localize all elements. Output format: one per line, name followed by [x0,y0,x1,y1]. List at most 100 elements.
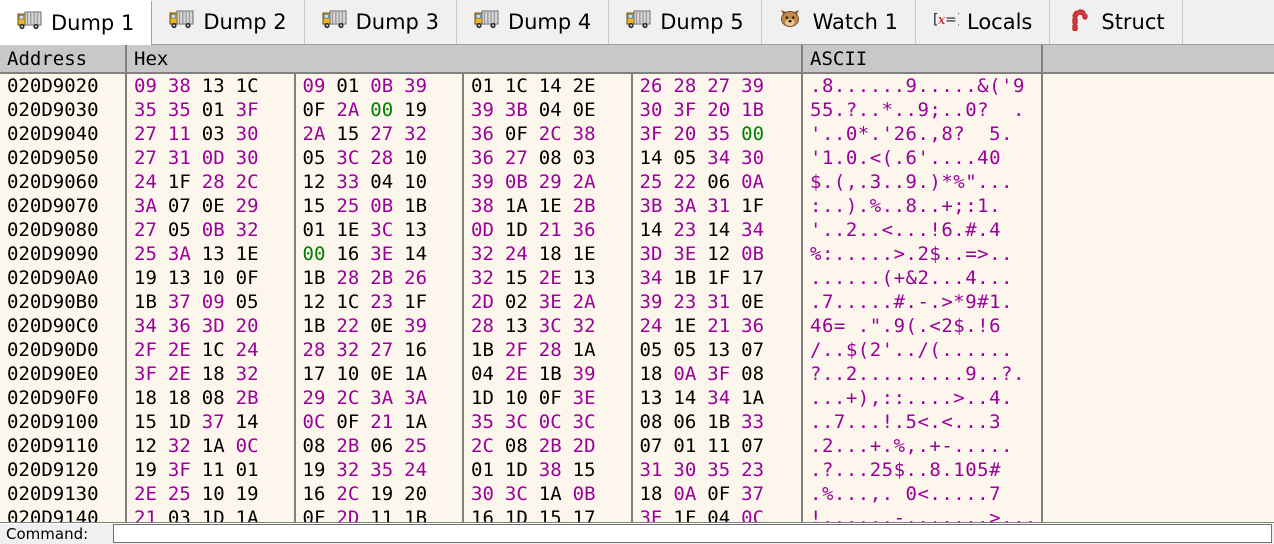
cell-ascii[interactable]: ..7...!.5<.<...3 [803,410,1043,434]
cell-hex[interactable]: 2E 25 10 19 16 2C 19 20 30 3C 1A 0B 18 0A 0F 37 [127,482,803,506]
hex-byte[interactable]: 12 [707,243,741,265]
hex-byte[interactable]: 1E [573,243,607,265]
hex-byte[interactable]: 18 [168,387,202,409]
hex-byte[interactable]: 32 [236,363,270,385]
hex-byte[interactable]: 3C [370,219,404,241]
hex-byte[interactable]: 37 [741,483,775,505]
hex-byte[interactable]: 25 [404,435,438,457]
cell-hex[interactable]: 34 36 3D 20 1B 22 0E 39 28 13 3C 32 24 1E 21 36 [127,314,803,338]
hex-byte[interactable]: 2C [539,123,573,145]
hex-byte[interactable]: 22 [673,171,707,193]
table-row[interactable]: 020D9020 09 38 13 1C 09 01 0B 39 01 1C 14 2E 26 28 27 39… [0,74,1274,98]
hex-byte[interactable]: 18 [640,363,674,385]
hex-byte[interactable]: 25 [336,195,370,217]
hex-byte[interactable]: 2A [573,291,607,313]
hex-byte[interactable]: 21 [134,507,168,522]
hex-byte[interactable]: 3F [134,363,168,385]
command-input[interactable] [113,524,1272,543]
hex-byte[interactable]: 16 [303,483,337,505]
hex-byte[interactable]: 09 [303,75,337,97]
cell-ascii[interactable]: 55.?..*..9;..0? . [803,98,1043,122]
hex-byte[interactable]: 2D [471,291,505,313]
hex-byte[interactable]: 30 [640,99,674,121]
hex-byte[interactable]: 01 [202,99,236,121]
hex-byte[interactable]: 34 [741,219,775,241]
cell-hex[interactable]: 27 11 03 30 2A 15 27 32 36 0F 2C 38 3F 20 35 00 [127,122,803,146]
hex-byte[interactable]: 34 [707,387,741,409]
hex-byte[interactable]: 10 [505,387,539,409]
hex-byte[interactable]: 19 [303,459,337,481]
hex-byte[interactable]: 26 [640,75,674,97]
hex-byte[interactable]: 29 [539,171,573,193]
hex-byte[interactable]: 11 [202,459,236,481]
hex-byte[interactable]: 04 [539,99,573,121]
hex-byte[interactable]: 07 [168,195,202,217]
hex-byte[interactable]: 2B [236,387,270,409]
hex-byte[interactable]: 30 [236,147,270,169]
hex-byte[interactable]: 01 [236,459,270,481]
hex-byte[interactable]: 38 [168,75,202,97]
hex-byte[interactable]: 13 [168,267,202,289]
hex-byte[interactable]: 07 [741,339,775,361]
hex-byte[interactable]: 05 [673,339,707,361]
cell-ascii[interactable]: /..$(2'../(...... [803,338,1043,362]
hex-byte[interactable]: 24 [236,339,270,361]
hex-byte[interactable]: 19 [134,459,168,481]
hex-byte[interactable]: 0F [303,99,337,121]
hex-byte[interactable]: 34 [707,147,741,169]
hex-byte[interactable]: 18 [134,387,168,409]
hex-byte[interactable]: 05 [303,147,337,169]
hex-byte[interactable]: 15 [134,411,168,433]
hex-byte[interactable]: 1B [404,195,438,217]
cell-ascii[interactable]: !......-.......>... [803,506,1043,522]
hex-byte[interactable]: 30 [673,459,707,481]
hex-byte[interactable]: 0E [573,99,607,121]
cell-hex[interactable]: 18 18 08 2B 29 2C 3A 3A 1D 10 0F 3E 13 14 34 1A [127,386,803,410]
table-row[interactable]: 020D9090 25 3A 13 1E 00 16 3E 14 32 24 18 1E 3D 3E 12 0B… [0,242,1274,266]
hex-byte[interactable]: 08 [539,147,573,169]
hex-byte[interactable]: 36 [741,315,775,337]
hex-byte[interactable]: 3F [707,363,741,385]
hex-byte[interactable]: 3F [673,99,707,121]
hex-byte[interactable]: 3C [336,147,370,169]
cell-hex[interactable]: 24 1F 28 2C 12 33 04 10 39 0B 29 2A 25 22 06 0A [127,170,803,194]
hex-byte[interactable]: 14 [236,411,270,433]
hex-byte[interactable]: 2B [370,267,404,289]
hex-byte[interactable]: 27 [370,123,404,145]
tab-dump-3[interactable]: Dump 3 [304,0,457,44]
hex-byte[interactable]: 08 [505,435,539,457]
hex-byte[interactable]: 2F [134,339,168,361]
tab-dump-5[interactable]: Dump 5 [609,0,762,44]
hex-byte[interactable]: 0E [202,195,236,217]
cell-hex[interactable]: 3F 2E 18 32 17 10 0E 1A 04 2E 1B 39 18 0A 3F 08 [127,362,803,386]
hex-byte[interactable]: 24 [505,243,539,265]
hex-byte[interactable]: 35 [707,123,741,145]
cell-hex[interactable]: 12 32 1A 0C 08 2B 06 25 2C 08 2B 2D 07 01 11 07 [127,434,803,458]
hex-byte[interactable]: 3C [505,483,539,505]
cell-hex[interactable]: 27 31 0D 30 05 3C 28 10 36 27 08 03 14 05 34 30 [127,146,803,170]
hex-byte[interactable]: 1A [505,195,539,217]
tab-watch-1[interactable]: Watch 1 [761,0,916,44]
table-row[interactable]: 020D9070 3A 07 0E 29 15 25 0B 1B 38 1A 1E 2B 3B 3A 31 1F… [0,194,1274,218]
hex-byte[interactable]: 27 [134,219,168,241]
cell-ascii[interactable]: .%...,. 0<.....7 [803,482,1043,506]
column-header-hex[interactable]: Hex [127,45,803,72]
hex-byte[interactable]: 3F [168,459,202,481]
cell-address[interactable]: 020D9080 [0,218,127,242]
hex-byte[interactable]: 05 [640,339,674,361]
hex-byte[interactable]: 1B [707,411,741,433]
cell-hex[interactable]: 27 05 0B 32 01 1E 3C 13 0D 1D 21 36 14 23 14 34 [127,218,803,242]
hex-byte[interactable]: 32 [471,243,505,265]
cell-hex[interactable]: 2F 2E 1C 24 28 32 27 16 1B 2F 28 1A 05 05 13 07 [127,338,803,362]
hex-byte[interactable]: 20 [673,123,707,145]
hex-byte[interactable]: 33 [741,411,775,433]
hex-byte[interactable]: 30 [741,147,775,169]
hex-byte[interactable]: 28 [303,339,337,361]
hex-byte[interactable]: 23 [370,291,404,313]
hex-byte[interactable]: 19 [236,483,270,505]
hex-byte[interactable]: 14 [673,387,707,409]
table-row[interactable]: 020D90B0 1B 37 09 05 12 1C 23 1F 2D 02 3E 2A 39 23 31 0E… [0,290,1274,314]
hex-byte[interactable]: 1A [236,507,270,522]
hex-byte[interactable]: 39 [471,99,505,121]
hex-byte[interactable]: 39 [640,291,674,313]
